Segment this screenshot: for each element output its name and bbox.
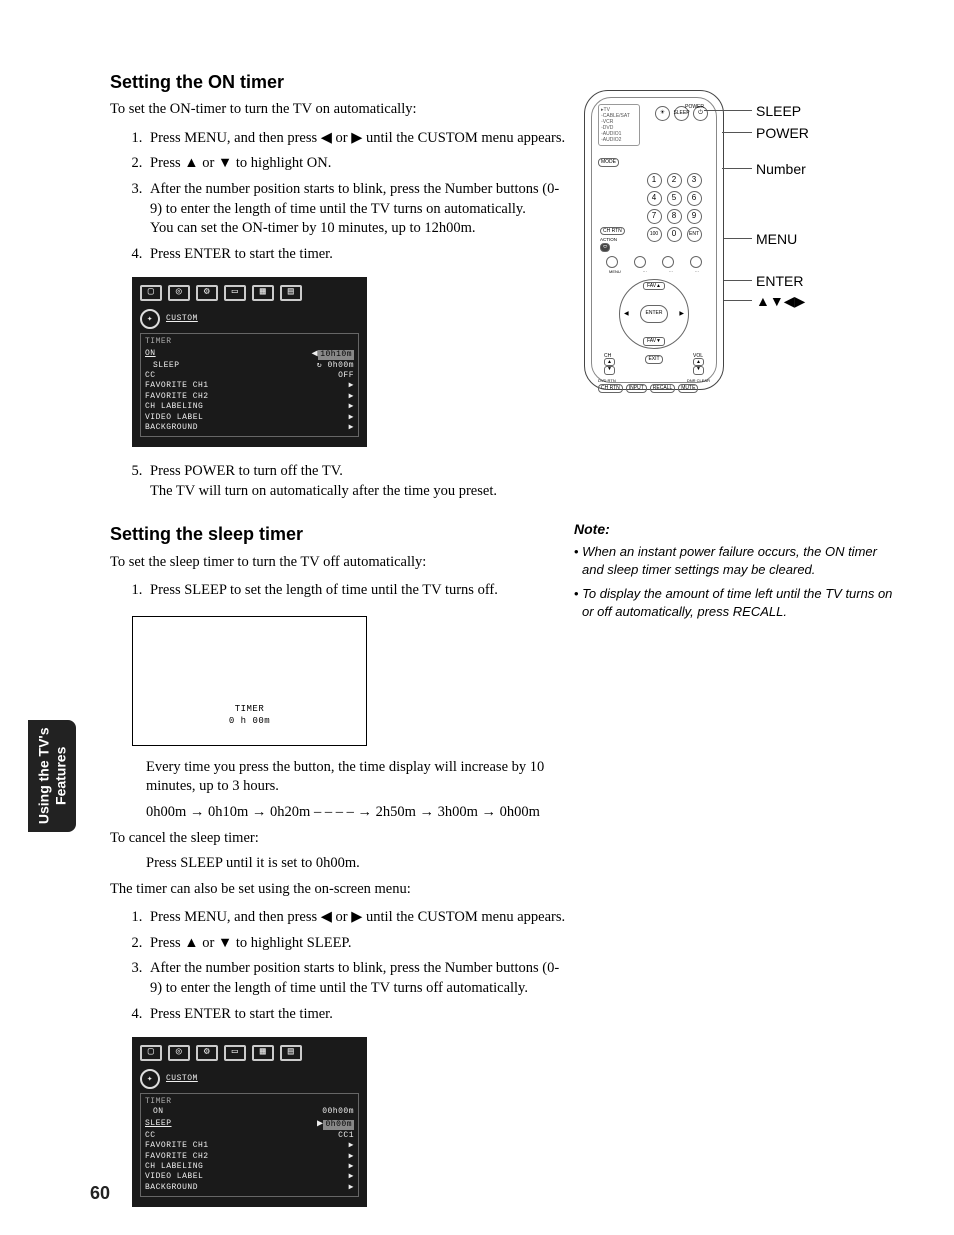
sleep-step-1: Press SLEEP to set the length of time un… (146, 578, 570, 604)
note-item: To display the amount of time left until… (574, 585, 894, 621)
num-3: 3 (687, 173, 702, 188)
num-4: 4 (647, 191, 662, 206)
num-5: 5 (667, 191, 682, 206)
callout-number: Number (756, 160, 806, 179)
sleep-steps: Press SLEEP to set the length of time un… (120, 578, 570, 604)
tv-icon: ▦ (252, 285, 274, 301)
num-1: 1 (647, 173, 662, 188)
on-timer-steps-cont: Press POWER to turn off the TV. The TV w… (120, 459, 570, 504)
cancel-intro: To cancel the sleep timer: (110, 829, 570, 849)
sleep-sequence: 0h00m → 0h10m → 0h20m – – – – → 2h50m → … (146, 803, 570, 823)
tv-menu-sleep: ▢ ◎ ⚙ ▭ ▦ ▤ ✦ CUSTOM TIMER ON00h00m SLEE… (132, 1037, 367, 1207)
tv-icon: ▢ (140, 285, 162, 301)
fav-button (662, 256, 674, 268)
theater-button (690, 256, 702, 268)
mode-list: ▸TV ◦CABLE/SAT ◦VCR ◦DVD ◦AUDIO1 ◦AUDIO2 (598, 104, 640, 146)
custom-icon: ✦ (140, 1069, 160, 1089)
step-4: Press ENTER to start the timer. (146, 242, 570, 268)
step-3: After the number position starts to blin… (146, 177, 570, 242)
callout-power: POWER (756, 124, 809, 143)
action-button: ⬭ (600, 243, 610, 252)
timer-display-box: TIMER 0 h 00m (132, 616, 367, 746)
custom-icon: ✦ (140, 309, 160, 329)
tv-icon: ▦ (252, 1045, 274, 1061)
notes-box: Note: When an instant power failure occu… (574, 520, 894, 622)
cancel-step: Press SLEEP until it is set to 0h00m. (146, 854, 570, 874)
intro-on-timer: To set the ON-timer to turn the TV on au… (110, 100, 570, 120)
remote-illustration: ▸TV ◦CABLE/SAT ◦VCR ◦DVD ◦AUDIO1 ◦AUDIO2… (584, 90, 724, 390)
num-100: 100 (647, 227, 662, 242)
tv-icon: ▭ (224, 285, 246, 301)
callout-menu: MENU (756, 230, 797, 249)
tv-icon: ▤ (280, 1045, 302, 1061)
callout-arrows: ▲▼◀▶ (756, 292, 805, 311)
step-5: Press POWER to turn off the TV. The TV w… (146, 459, 570, 504)
num-8: 8 (667, 209, 682, 224)
step-2: Press ▲ or ▼ to highlight ON. (146, 151, 570, 177)
tv-icon: ◎ (168, 285, 190, 301)
page-number: 60 (90, 1181, 110, 1205)
step-1: Press MENU, and then press ◀ or ▶ until … (146, 126, 570, 152)
heading-sleep-timer: Setting the sleep timer (110, 522, 570, 546)
num-7: 7 (647, 209, 662, 224)
num-9: 9 (687, 209, 702, 224)
sleep-after-box: Every time you press the button, the tim… (146, 758, 566, 797)
tv-menu-on: ▢ ◎ ⚙ ▭ ▦ ▤ ✦ CUSTOM TIMER ON◀10h10m SLE… (132, 277, 367, 447)
side-tab-label: Using the TV'sFeatures (35, 728, 69, 825)
osd-intro: The timer can also be set using the on-s… (110, 880, 570, 900)
enter-button: ENTER (640, 305, 668, 323)
on-timer-steps: Press MENU, and then press ◀ or ▶ until … (120, 126, 570, 267)
custom-label: CUSTOM (166, 1074, 198, 1085)
menu-button (606, 256, 618, 268)
osd-steps: Press MENU, and then press ◀ or ▶ until … (120, 905, 570, 1027)
timer-label: TIMER (235, 703, 265, 715)
custom-label: CUSTOM (166, 314, 198, 325)
timer-value: 0 h 00m (229, 715, 270, 727)
ent-button: ENT (687, 227, 702, 242)
callout-sleep: SLEEP (756, 102, 801, 121)
num-0: 0 (667, 227, 682, 242)
tv-icon: ◎ (168, 1045, 190, 1061)
chrtn-button: CH RTN (600, 227, 625, 236)
intro-sleep-timer: To set the sleep timer to turn the TV of… (110, 553, 570, 573)
note-item: When an instant power failure occurs, th… (574, 543, 894, 579)
light-button: ☀ (655, 106, 670, 121)
tv-icon: ⚙ (196, 1045, 218, 1061)
tv-icon: ▢ (140, 1045, 162, 1061)
exit-button: EXIT (645, 355, 662, 364)
tv-icon: ▭ (224, 1045, 246, 1061)
num-6: 6 (687, 191, 702, 206)
heading-on-timer: Setting the ON timer (110, 70, 570, 94)
note-title: Note: (574, 520, 894, 539)
num-2: 2 (667, 173, 682, 188)
side-tab: Using the TV'sFeatures (28, 720, 76, 832)
nav-ring: FAV▲ ENTER FAV▼ ◀ ▶ (619, 279, 689, 349)
callout-enter: ENTER (756, 272, 803, 291)
input-button (634, 256, 646, 268)
tv-icon: ▤ (280, 285, 302, 301)
mode-button: MODE (598, 158, 619, 167)
tv-icon: ⚙ (196, 285, 218, 301)
